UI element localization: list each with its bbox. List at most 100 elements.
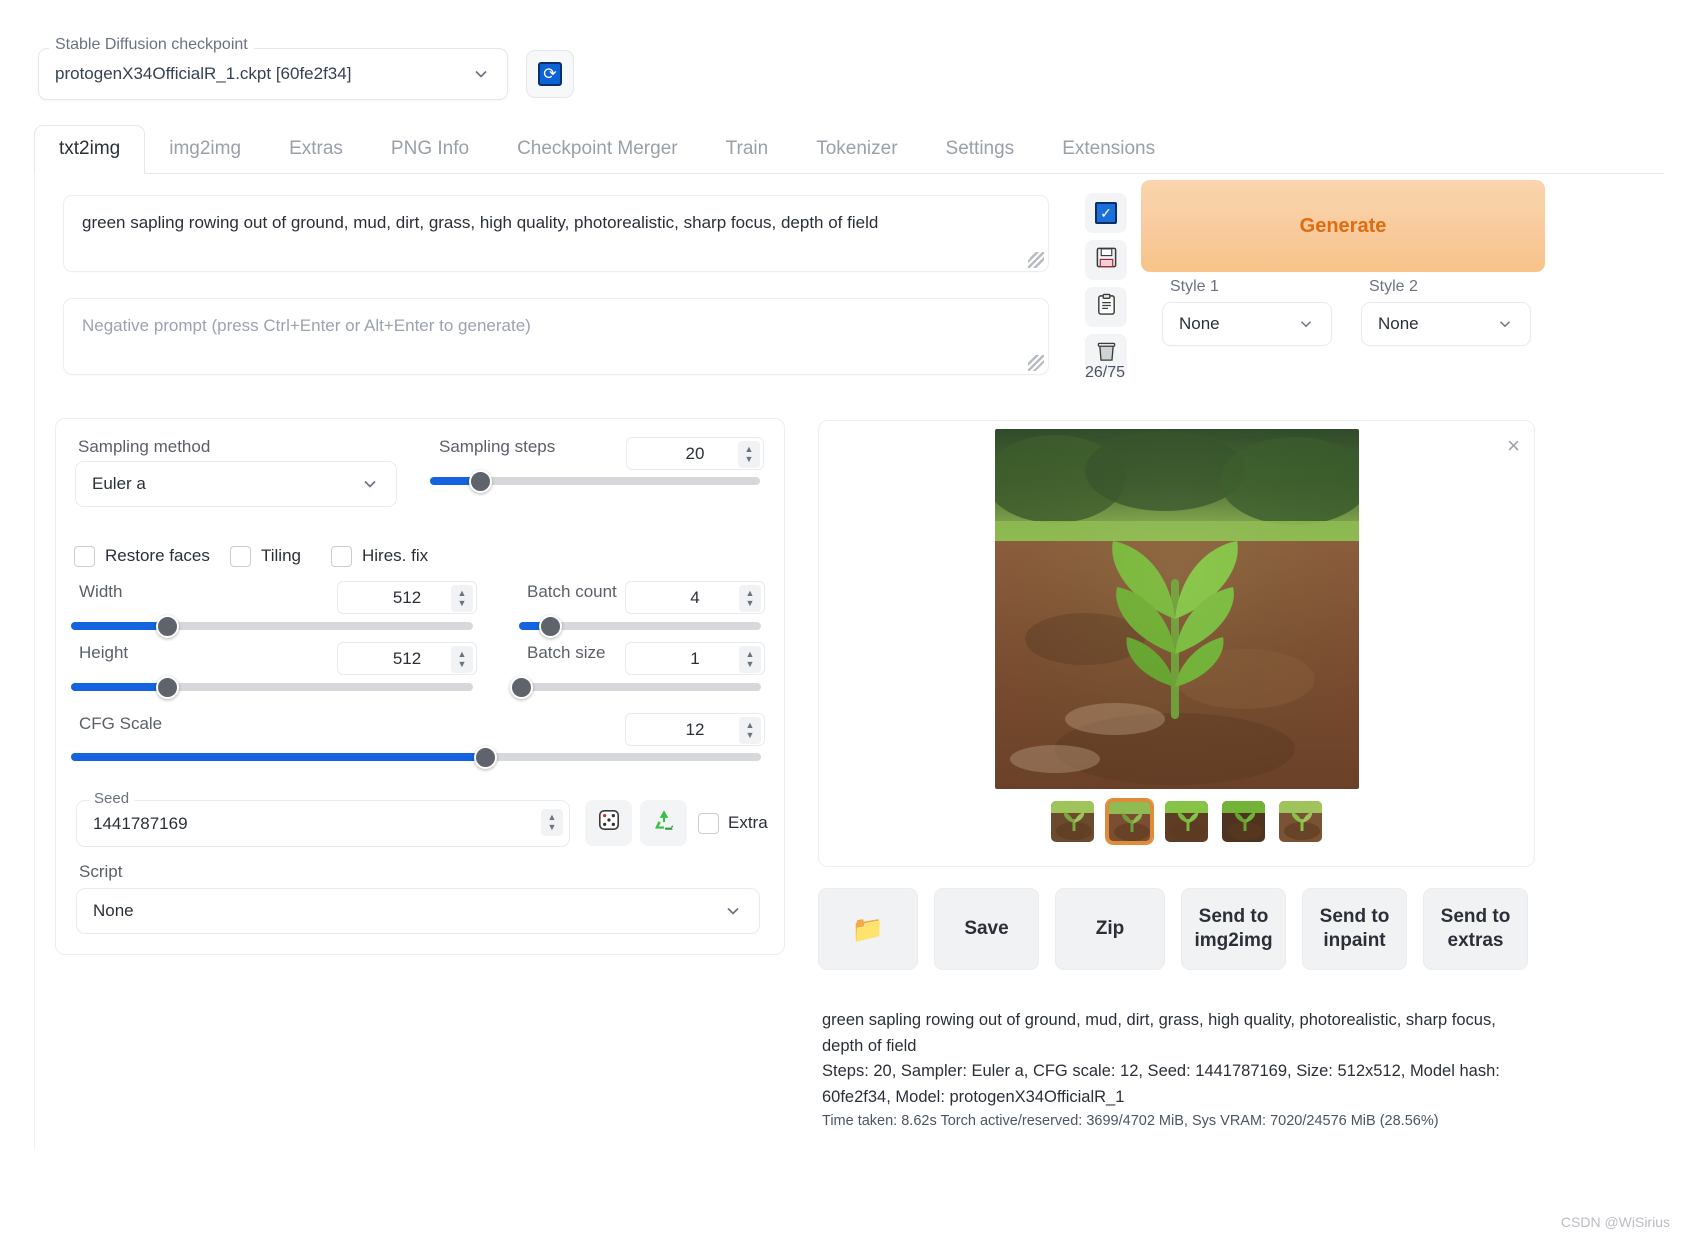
tab-img2img[interactable]: img2img <box>145 126 265 173</box>
tab-checkpoint-merger[interactable]: Checkpoint Merger <box>493 126 702 173</box>
tab-png-info[interactable]: PNG Info <box>367 126 493 173</box>
paste-clipboard-button[interactable] <box>1085 287 1127 327</box>
restore-faces-checkbox[interactable] <box>74 546 95 567</box>
refresh-checkpoints-button[interactable]: ⟳ <box>526 50 574 98</box>
height-slider[interactable] <box>71 676 473 699</box>
generation-infotext: green sapling rowing out of ground, mud,… <box>822 1008 1522 1133</box>
tab-settings[interactable]: Settings <box>922 126 1039 173</box>
width-slider[interactable] <box>71 615 473 638</box>
send-to-inpaint-button-label: Send to inpaint <box>1319 906 1390 951</box>
cfg-scale-label: CFG Scale <box>79 714 163 733</box>
apply-style-button[interactable]: ✓ <box>1085 193 1127 233</box>
width-number[interactable]: 512 ▲ ▼ <box>337 581 477 614</box>
tab-tokenizer[interactable]: Tokenizer <box>792 126 921 173</box>
panel-edge-line <box>34 174 35 1150</box>
cfg-scale-stepper[interactable]: ▲ ▼ <box>739 717 761 744</box>
gallery-thumb-1[interactable] <box>1049 799 1096 844</box>
send-to-img2img-button[interactable]: Send to img2img <box>1181 888 1286 970</box>
reuse-seed-recycle-icon <box>651 807 677 839</box>
style-1-dropdown[interactable]: None <box>1162 302 1332 346</box>
open-folder-button-label: 📁 <box>851 913 885 944</box>
zip-button-label: Zip <box>1095 918 1125 940</box>
open-folder-button[interactable]: 📁 <box>818 888 918 970</box>
negative-prompt-input[interactable]: Negative prompt (press Ctrl+Enter or Alt… <box>63 298 1049 375</box>
prompt-resize-handle[interactable] <box>1028 252 1044 268</box>
chevron-down-icon <box>1297 315 1315 333</box>
style-2-value: None <box>1378 314 1419 333</box>
width-label: Width <box>79 582 123 601</box>
height-stepper[interactable]: ▲ ▼ <box>451 646 473 673</box>
width-stepper[interactable]: ▲ ▼ <box>451 585 473 612</box>
batch-size-stepper[interactable]: ▲ ▼ <box>739 646 761 673</box>
checkpoint-dropdown[interactable]: Stable Diffusion checkpoint protogenX34O… <box>38 36 508 100</box>
seed-value: 1441787169 <box>93 813 188 833</box>
infotext-prompt: green sapling rowing out of ground, mud,… <box>822 1011 1496 1055</box>
reuse-seed-button[interactable] <box>640 800 687 846</box>
save-style-icon <box>1095 246 1118 275</box>
webui-root: Stable Diffusion checkpoint protogenX34O… <box>0 0 1688 1240</box>
send-to-img2img-button-label: Send to img2img <box>1194 906 1273 951</box>
chevron-down-icon <box>360 474 380 494</box>
batch-count-stepper[interactable]: ▲ ▼ <box>739 585 761 612</box>
tab-extras[interactable]: Extras <box>265 126 367 173</box>
extra-seed-checkbox[interactable] <box>698 813 719 834</box>
batch-count-number[interactable]: 4 ▲ ▼ <box>625 581 765 614</box>
cfg-scale-slider[interactable] <box>71 746 761 769</box>
tab-train[interactable]: Train <box>702 126 793 173</box>
refresh-icon: ⟳ <box>538 62 562 86</box>
save-button[interactable]: Save <box>934 888 1039 970</box>
batch-count-label: Batch count <box>527 582 617 601</box>
gallery-thumb-5[interactable] <box>1277 799 1324 844</box>
generate-label: Generate <box>1299 214 1387 237</box>
batch-count-slider[interactable] <box>519 615 761 638</box>
random-seed-button[interactable] <box>585 800 632 846</box>
infotext-stats: Time taken: 8.62s Torch active/reserved:… <box>822 1113 1439 1130</box>
infotext-params: Steps: 20, Sampler: Euler a, CFG scale: … <box>822 1062 1500 1106</box>
height-value: 512 <box>392 648 422 668</box>
result-action-buttons: 📁 Save Zip Send to img2img Send to inpaint Se… <box>818 888 1535 970</box>
save-style-button[interactable] <box>1085 240 1127 280</box>
sampling-steps-value: 20 <box>685 443 705 463</box>
script-dropdown[interactable]: None <box>76 888 760 934</box>
gallery-thumb-2[interactable] <box>1106 799 1153 844</box>
gallery-thumb-3[interactable] <box>1163 799 1210 844</box>
sampling-method-dropdown[interactable]: Euler a <box>75 461 397 507</box>
main-tabs: txt2img img2img Extras PNG Info Checkpoint M… <box>34 122 1664 174</box>
style-1-label: Style 1 <box>1170 278 1219 295</box>
save-button-label: Save <box>964 918 1009 940</box>
style-2-dropdown[interactable]: None <box>1361 302 1531 346</box>
chevron-down-icon <box>1496 315 1514 333</box>
send-to-inpaint-button[interactable]: Send to inpaint <box>1302 888 1407 970</box>
tab-txt2img[interactable]: txt2img <box>34 125 146 174</box>
generated-image[interactable] <box>995 429 1359 789</box>
batch-size-label: Batch size <box>527 643 606 662</box>
sampling-steps-number[interactable]: 20 ▲ ▼ <box>626 437 764 470</box>
seed-stepper[interactable]: ▲ ▼ <box>541 809 563 836</box>
batch-size-number[interactable]: 1 ▲ ▼ <box>625 642 765 675</box>
sampling-method-label: Sampling method <box>78 437 211 456</box>
script-value: None <box>93 901 134 920</box>
zip-button[interactable]: Zip <box>1055 888 1165 970</box>
width-value: 512 <box>392 587 422 607</box>
send-to-extras-button[interactable]: Send to extras <box>1423 888 1528 970</box>
batch-size-value: 1 <box>690 648 700 668</box>
close-icon[interactable]: × <box>1507 435 1520 457</box>
tab-extensions[interactable]: Extensions <box>1038 126 1179 173</box>
tiling-checkbox[interactable] <box>230 546 251 567</box>
negative-prompt-resize-handle[interactable] <box>1028 355 1044 371</box>
sampling-steps-slider[interactable] <box>430 470 760 493</box>
height-label: Height <box>79 643 129 662</box>
hires-fix-checkbox[interactable] <box>331 546 352 567</box>
cfg-scale-number[interactable]: 12 ▲ ▼ <box>625 713 765 746</box>
prompt-input[interactable]: green sapling rowing out of ground, mud,… <box>63 195 1049 272</box>
seed-input[interactable]: Seed 1441787169 ▲ ▼ <box>76 790 570 847</box>
gallery-thumb-4[interactable] <box>1220 799 1267 844</box>
batch-size-slider[interactable] <box>510 676 761 699</box>
random-seed-dice-icon <box>596 807 622 839</box>
checkpoint-legend: Stable Diffusion checkpoint <box>49 36 254 54</box>
generate-button[interactable]: Generate <box>1141 180 1545 272</box>
sampling-steps-stepper[interactable]: ▲ ▼ <box>738 441 760 468</box>
send-to-extras-button-label: Send to extras <box>1440 906 1511 951</box>
height-number[interactable]: 512 ▲ ▼ <box>337 642 477 675</box>
tiling-label: Tiling <box>261 546 301 565</box>
